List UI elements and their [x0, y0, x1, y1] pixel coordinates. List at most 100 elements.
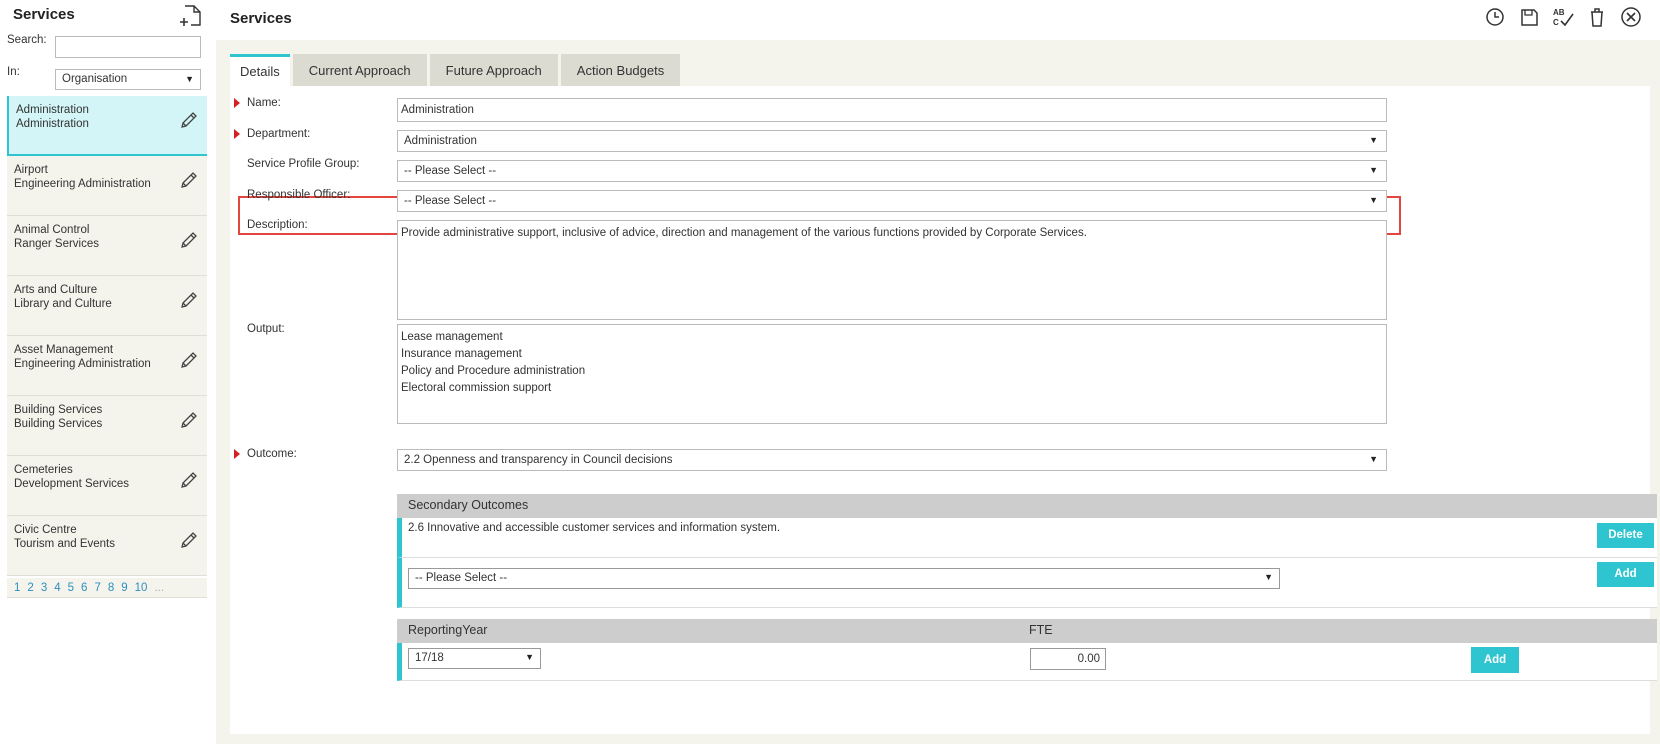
required-marker	[234, 129, 240, 139]
chevron-down-icon: ▼	[185, 74, 194, 84]
secondary-outcome-add-row: -- Please Select -- ▼ Add	[397, 558, 1657, 608]
toolbar: AB C	[1484, 6, 1642, 28]
details-form: Name: Administration Department: Adminis…	[230, 86, 1657, 734]
secondary-outcomes-panel: Secondary Outcomes 2.6 Innovative and ac…	[397, 494, 1657, 608]
secondary-outcome-select-value: -- Please Select --	[415, 572, 508, 584]
fte-input[interactable]: 0.00	[1030, 648, 1106, 670]
edit-pencil-icon[interactable]	[179, 470, 199, 490]
reporting-header: ReportingYear FTE	[397, 619, 1657, 643]
page-link[interactable]: 10	[135, 578, 148, 598]
responsible-officer-value: -- Please Select --	[404, 195, 497, 207]
output-label: Output:	[247, 323, 285, 335]
secondary-outcome-text: 2.6 Innovative and accessible customer s…	[408, 522, 781, 534]
chevron-down-icon: ▼	[1369, 135, 1378, 145]
name-field[interactable]: Administration	[397, 98, 1387, 122]
reporting-panel: ReportingYear FTE 17/18 ▼ 0.00 Add	[397, 619, 1657, 681]
main-panel: Details Current Approach Future Approach…	[216, 40, 1660, 744]
new-document-icon[interactable]	[180, 4, 204, 28]
service-list-item[interactable]: Building Services Building Services	[7, 396, 207, 456]
save-icon[interactable]	[1518, 6, 1540, 28]
add-reporting-year-button[interactable]: Add	[1471, 647, 1519, 673]
page-link[interactable]: 4	[54, 578, 60, 598]
service-list-item[interactable]: Airport Engineering Administration	[7, 156, 207, 216]
secondary-outcome-select[interactable]: -- Please Select -- ▼	[408, 568, 1280, 589]
edit-pencil-icon[interactable]	[179, 350, 199, 370]
outcome-label: Outcome:	[247, 448, 297, 460]
edit-pencil-icon[interactable]	[179, 230, 199, 250]
output-line: Lease management	[401, 331, 503, 343]
tab-current-approach[interactable]: Current Approach	[292, 54, 427, 86]
output-textarea[interactable]: Lease management Insurance management Po…	[397, 324, 1387, 424]
outcome-select-value: 2.2 Openness and transparency in Council…	[404, 454, 673, 466]
edit-pencil-icon[interactable]	[179, 170, 199, 190]
delete-secondary-outcome-button[interactable]: Delete	[1597, 523, 1654, 548]
trash-icon[interactable]	[1586, 6, 1608, 28]
description-label: Description:	[247, 219, 308, 231]
service-profile-group-select[interactable]: -- Please Select -- ▼	[397, 160, 1387, 182]
department-select[interactable]: Administration ▼	[397, 130, 1387, 152]
sidebar-title: Services	[13, 6, 75, 23]
in-label: In:	[7, 66, 20, 78]
chevron-down-icon: ▼	[1369, 195, 1378, 205]
required-marker	[234, 98, 240, 108]
page-link[interactable]: 1	[14, 578, 20, 598]
service-list-item[interactable]: Arts and Culture Library and Culture	[7, 276, 207, 336]
add-secondary-outcome-button[interactable]: Add	[1597, 562, 1654, 587]
page-title: Services	[230, 10, 292, 27]
service-list: Administration Administration Airport En…	[7, 96, 207, 576]
search-input[interactable]	[55, 36, 201, 58]
edit-pencil-icon[interactable]	[179, 410, 199, 430]
page-link[interactable]: 9	[121, 578, 127, 598]
tab-details[interactable]: Details	[230, 54, 290, 86]
edit-pencil-icon[interactable]	[179, 110, 199, 130]
output-line: Insurance management	[401, 348, 522, 360]
chevron-down-icon: ▼	[1369, 165, 1378, 175]
service-list-item[interactable]: Cemeteries Development Services	[7, 456, 207, 516]
reporting-row: 17/18 ▼ 0.00 Add	[397, 643, 1657, 681]
edit-pencil-icon[interactable]	[179, 290, 199, 310]
department-select-value: Administration	[404, 135, 477, 147]
scope-select[interactable]: Organisation ▼	[55, 69, 201, 90]
service-profile-group-value: -- Please Select --	[404, 165, 497, 177]
reporting-year-value: 17/18	[415, 652, 444, 664]
page-link[interactable]: 8	[108, 578, 114, 598]
edit-pencil-icon[interactable]	[179, 530, 199, 550]
pagination: 1 2 3 4 5 6 7 8 9 10...	[7, 578, 207, 598]
page-link-more[interactable]: ...	[154, 578, 164, 598]
page-link[interactable]: 3	[41, 578, 47, 598]
spellcheck-icon[interactable]: ABC	[1552, 6, 1574, 28]
chevron-down-icon: ▼	[1264, 572, 1273, 582]
search-label: Search:	[7, 34, 47, 46]
page-link[interactable]: 5	[68, 578, 74, 598]
output-line: Electoral commission support	[401, 382, 552, 394]
secondary-outcomes-header: Secondary Outcomes	[397, 494, 1657, 518]
responsible-officer-select[interactable]: -- Please Select -- ▼	[397, 190, 1387, 212]
service-list-item[interactable]: Civic Centre Tourism and Events	[7, 516, 207, 576]
page-link[interactable]: 7	[94, 578, 100, 598]
tab-action-budgets[interactable]: Action Budgets	[560, 54, 681, 86]
tab-future-approach[interactable]: Future Approach	[429, 54, 558, 86]
output-line: Policy and Procedure administration	[401, 365, 586, 377]
page-link[interactable]: 2	[27, 578, 33, 598]
chevron-down-icon: ▼	[525, 652, 534, 662]
tab-bar: Details Current Approach Future Approach…	[230, 54, 683, 86]
scope-select-value: Organisation	[62, 73, 128, 85]
services-sidebar: Services Search: In: Organisation ▼ Admi…	[0, 0, 207, 744]
outcome-select[interactable]: 2.2 Openness and transparency in Council…	[397, 449, 1387, 471]
description-textarea[interactable]: Provide administrative support, inclusiv…	[397, 220, 1387, 320]
chevron-down-icon: ▼	[1369, 454, 1378, 464]
close-icon[interactable]	[1620, 6, 1642, 28]
service-list-item[interactable]: Asset Management Engineering Administrat…	[7, 336, 207, 396]
svg-text:AB: AB	[1553, 8, 1565, 17]
service-list-item[interactable]: Administration Administration	[7, 96, 207, 156]
reporting-year-column: ReportingYear	[408, 623, 488, 637]
fte-column: FTE	[1029, 623, 1053, 637]
svg-text:C: C	[1553, 18, 1559, 27]
page-link[interactable]: 6	[81, 578, 87, 598]
service-profile-group-label: Service Profile Group:	[247, 158, 360, 170]
responsible-officer-label: Responsible Officer:	[247, 189, 351, 201]
reporting-year-select[interactable]: 17/18 ▼	[408, 648, 541, 669]
department-label: Department:	[247, 128, 311, 140]
service-list-item[interactable]: Animal Control Ranger Services	[7, 216, 207, 276]
history-icon[interactable]	[1484, 6, 1506, 28]
